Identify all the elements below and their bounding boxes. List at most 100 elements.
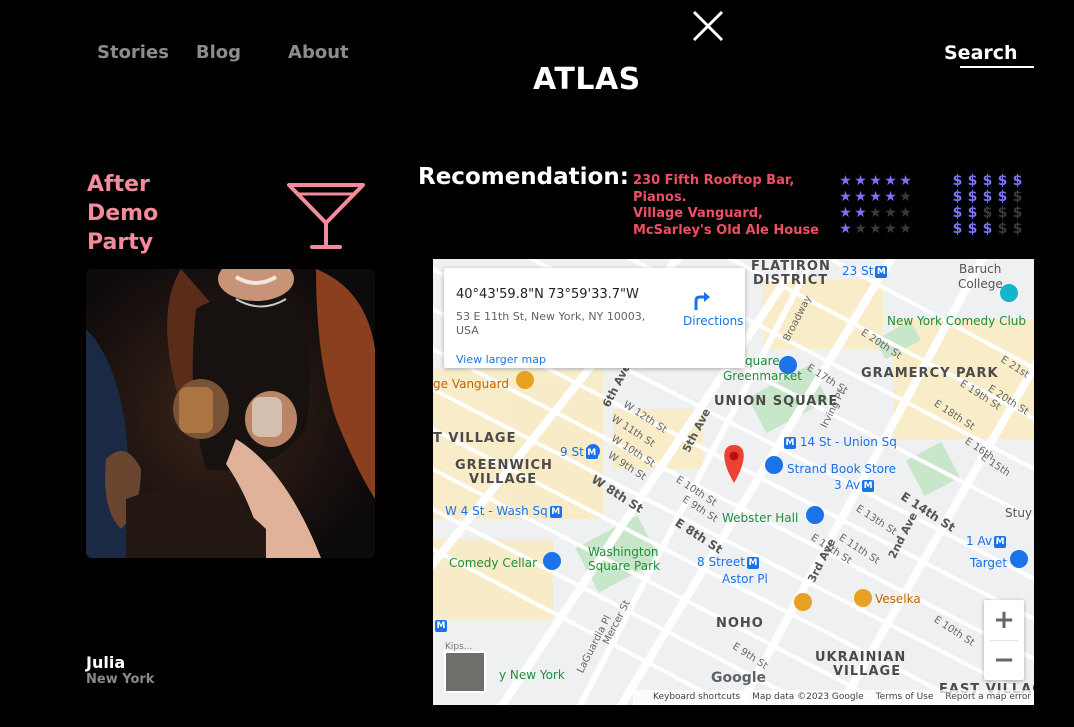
star-icon: ★ — [839, 205, 852, 221]
star-icon: ★ — [869, 189, 882, 205]
recommendation-item[interactable]: Pianos. — [633, 190, 819, 207]
map-label: Greenmarket — [723, 369, 802, 383]
price-icon: $ — [967, 205, 978, 221]
price-icon: $ — [982, 173, 993, 189]
keyboard-shortcuts-link[interactable]: Keyboard shortcuts — [653, 690, 740, 705]
map-label: Baruch — [959, 262, 1002, 276]
price-icon: $ — [1012, 221, 1023, 237]
price-icon: $ — [952, 221, 963, 237]
zoom-controls: + − — [984, 600, 1024, 680]
price-row: $ $ $ $ $ — [950, 205, 1025, 221]
site-logo[interactable]: ATLAS — [533, 62, 641, 97]
map-label: quare — [745, 354, 780, 368]
price-icon: $ — [952, 173, 963, 189]
google-logo: Google — [711, 670, 767, 686]
directions-icon[interactable] — [690, 290, 712, 312]
map-label: y New York — [499, 668, 565, 682]
star-icon: ★ — [839, 189, 852, 205]
price-icon: $ — [982, 205, 993, 221]
map-label: GRAMERCY PARK — [861, 366, 999, 381]
star-icon: ★ — [899, 221, 912, 237]
map-address: 53 E 11th St, New York, NY 10003, USA — [456, 310, 646, 337]
search-link[interactable]: Search — [944, 42, 1018, 64]
terms-link[interactable]: Terms of Use — [876, 690, 934, 705]
star-icon: ★ — [854, 173, 867, 189]
host-name: Julia — [86, 653, 126, 672]
map-label: Strand Book Store — [787, 462, 897, 476]
map-label: New York Comedy Club — [887, 314, 1027, 328]
price-icon: $ — [952, 189, 963, 205]
transit-label: 3 Av M — [834, 478, 875, 492]
map-label: ge Vanguard — [433, 377, 509, 391]
transit-label: 8 Street M — [697, 555, 759, 569]
price-ratings: $ $ $ $ $ $ $ $ $ $ $ $ $ $ $ $ $ $ $ $ — [950, 173, 1025, 237]
map-label: Comedy Cellar — [449, 556, 538, 570]
star-icon: ★ — [884, 189, 897, 205]
star-icon: ★ — [869, 205, 882, 221]
price-row: $ $ $ $ $ — [950, 173, 1025, 189]
star-icon: ★ — [884, 205, 897, 221]
nav-link-blog[interactable]: Blog — [196, 42, 241, 63]
star-icon: ★ — [854, 189, 867, 205]
transit-label: M 14 St - Union Sq — [784, 435, 897, 449]
nav-link-about[interactable]: About — [288, 42, 349, 63]
map-label: GREENWICH — [455, 458, 553, 473]
transit-label: 9 St M — [560, 445, 598, 459]
star-row: ★ ★ ★ ★ ★ — [838, 173, 913, 189]
event-title-line: Party — [87, 230, 154, 255]
map-label: College — [958, 277, 1003, 291]
star-row: ★ ★ ★ ★ ★ — [838, 205, 913, 221]
price-icon: $ — [967, 221, 978, 237]
map-label: Target — [970, 556, 1008, 570]
price-icon: $ — [997, 173, 1008, 189]
zoom-out-button[interactable]: − — [984, 640, 1024, 680]
recommendation-item[interactable]: Village Vanguard, — [633, 206, 819, 223]
map-label: Square Park — [588, 559, 660, 573]
map-label: Stuy — [1005, 506, 1033, 520]
search-underline — [960, 66, 1034, 68]
event-photo — [86, 269, 375, 558]
map-label: T VILLAGE — [433, 431, 517, 446]
recommendation-item[interactable]: 230 Fifth Rooftop Bar, — [633, 173, 819, 190]
star-icon: ★ — [884, 221, 897, 237]
map-info-card: 40°43'59.8"N 73°59'33.7"W 53 E 11th St, … — [444, 268, 745, 368]
transit-label: M — [435, 619, 447, 632]
star-icon: ★ — [899, 205, 912, 221]
event-title-line: Demo — [87, 201, 159, 226]
transit-label: W 4 St - Wash Sq M — [445, 504, 562, 518]
star-row: ★ ★ ★ ★ ★ — [838, 221, 913, 237]
recommendation-heading: Recomendation: — [418, 164, 629, 190]
host-city: New York — [86, 672, 155, 687]
star-icon: ★ — [884, 173, 897, 189]
map-label: NOHO — [716, 616, 764, 631]
nav-link-stories[interactable]: Stories — [97, 42, 169, 63]
price-icon: $ — [997, 221, 1008, 237]
map-label: FLATIRON — [751, 259, 831, 274]
event-title-line: After — [87, 172, 150, 197]
zoom-in-button[interactable]: + — [984, 600, 1024, 640]
recommendation-item[interactable]: McSarley's Old Ale House — [633, 223, 819, 240]
map-label: Webster Hall — [722, 511, 799, 525]
map-label: UKRAINIAN — [815, 650, 907, 665]
star-icon: ★ — [854, 221, 867, 237]
directions-link[interactable]: Directions — [683, 314, 743, 328]
satellite-toggle[interactable] — [444, 651, 486, 693]
map-label: VILLAGE — [469, 472, 538, 487]
star-icon: ★ — [869, 173, 882, 189]
embedded-map[interactable]: FLATIRON DISTRICT GRAMERCY PARK UNION SQ… — [433, 259, 1034, 705]
map-label: UNION SQUARE — [714, 394, 839, 409]
view-larger-map-link[interactable]: View larger map — [456, 353, 546, 366]
price-icon: $ — [997, 205, 1008, 221]
transit-label: 1 Av M — [966, 534, 1007, 548]
price-icon: $ — [982, 189, 993, 205]
price-icon: $ — [1012, 205, 1023, 221]
main-nav: Stories Blog About — [97, 42, 349, 63]
close-icon[interactable] — [691, 9, 725, 43]
star-icon: ★ — [899, 189, 912, 205]
price-icon: $ — [997, 189, 1008, 205]
price-icon: $ — [1012, 173, 1023, 189]
report-error-link[interactable]: Report a map error — [945, 690, 1031, 705]
event-title: After Demo Party — [87, 170, 158, 257]
price-row: $ $ $ $ $ — [950, 221, 1025, 237]
star-row: ★ ★ ★ ★ ★ — [838, 189, 913, 205]
